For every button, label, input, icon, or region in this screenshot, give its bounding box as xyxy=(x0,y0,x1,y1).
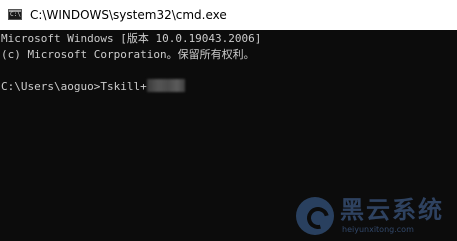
console-line-version: Microsoft Windows [版本 10.0.19043.2006] xyxy=(1,32,262,45)
cmd-window: C:\WINDOWS\system32\cmd.exe Microsoft Wi… xyxy=(0,0,457,241)
site-watermark: 黑云系统 heiyunxitong.com xyxy=(296,194,457,241)
title-bar[interactable]: C:\WINDOWS\system32\cmd.exe xyxy=(0,0,457,30)
console-command-text: C:\Users\aoguo>Tskill+ xyxy=(1,80,147,93)
watermark-url: heiyunxitong.com xyxy=(342,225,414,234)
cmd-icon[interactable] xyxy=(8,9,22,20)
swirl-logo-icon xyxy=(296,197,334,235)
console-output[interactable]: Microsoft Windows [版本 10.0.19043.2006] (… xyxy=(1,31,261,95)
window-title: C:\WINDOWS\system32\cmd.exe xyxy=(30,8,227,22)
console-line-copyright: (c) Microsoft Corporation。保留所有权利。 xyxy=(1,48,255,61)
watermark-title: 黑云系统 xyxy=(340,196,444,224)
redacted-argument xyxy=(146,79,185,92)
console-prompt-line[interactable]: C:\Users\aoguo>Tskill+ xyxy=(1,79,261,95)
